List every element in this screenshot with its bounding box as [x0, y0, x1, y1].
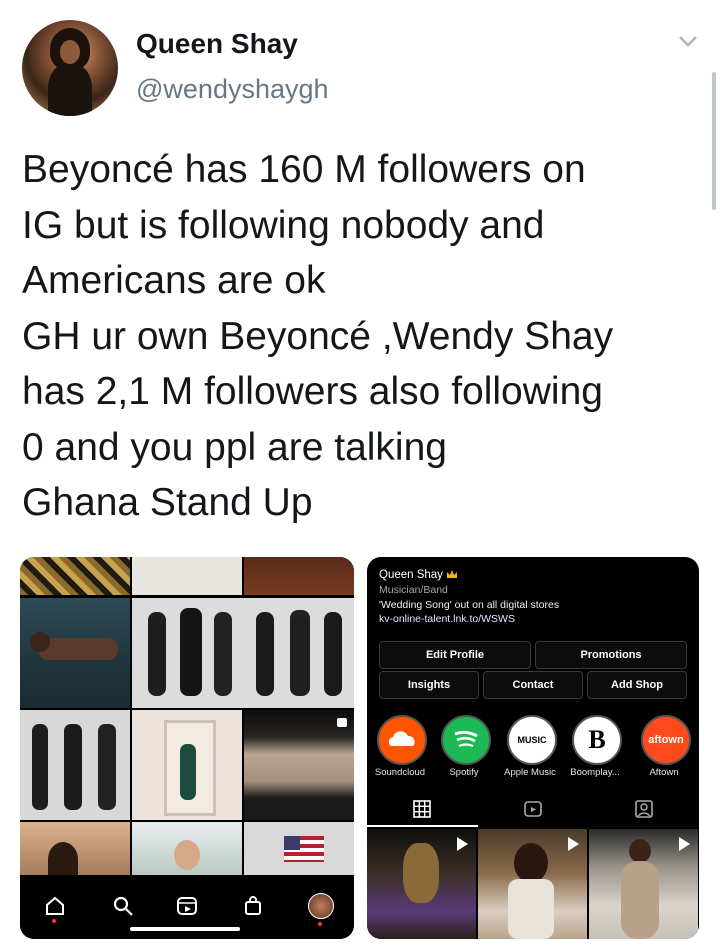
profile-name: Queen Shay: [379, 569, 458, 581]
highlight-label: Spotify: [449, 767, 479, 778]
aftown-icon: aftown: [648, 734, 684, 746]
grid-photo[interactable]: [20, 598, 130, 708]
highlight-label: Apple Music: [504, 767, 556, 778]
grid-photo[interactable]: [20, 822, 130, 877]
profile-category: Musician/Band: [379, 584, 448, 596]
grid-photo[interactable]: [132, 557, 242, 595]
grid-photo[interactable]: [244, 557, 354, 595]
grid-photo[interactable]: [132, 822, 242, 877]
profile-avatar-icon[interactable]: [308, 893, 334, 919]
highlight-label: Soundcloud: [374, 767, 426, 778]
instagram-bottom-nav: [20, 875, 354, 939]
tweet-line: Americans are ok: [22, 259, 326, 302]
highlight-boomplay[interactable]: B: [572, 715, 622, 765]
tweet-line: GH ur own Beyoncé ,Wendy Shay: [22, 314, 614, 358]
crown-icon: [447, 570, 458, 578]
grid-photo[interactable]: [244, 710, 354, 820]
reels-tab-icon[interactable]: [524, 800, 542, 818]
highlight-soundcloud[interactable]: [377, 715, 427, 765]
grid-photo[interactable]: [478, 829, 587, 939]
tweet-line: Ghana Stand Up: [22, 481, 313, 524]
apple-music-icon: MUSIC: [517, 735, 547, 745]
reels-icon: [337, 718, 347, 727]
spotify-icon: [454, 730, 478, 748]
grid-icon[interactable]: [413, 800, 431, 818]
home-icon[interactable]: [44, 895, 66, 917]
highlight-apple-music[interactable]: MUSIC: [507, 715, 557, 765]
grid-photo[interactable]: [20, 557, 130, 595]
tweet-line: has 2,1 M followers also following: [22, 370, 603, 413]
insights-button[interactable]: Insights: [379, 671, 479, 699]
tweet-line: 0 and you ppl are talking: [22, 425, 447, 469]
tweet-line: IG but is following nobody and: [22, 203, 545, 247]
grid-photo[interactable]: [132, 710, 242, 820]
reels-icon[interactable]: [176, 895, 198, 917]
highlight-label: Boomplay...: [570, 767, 620, 778]
tweet-text: Beyoncé has 160 M followers on IG but is…: [22, 142, 712, 531]
tweet-media-right[interactable]: Queen Shay Musician/Band 'Wedding Song' …: [367, 557, 699, 939]
highlight-spotify[interactable]: [441, 715, 491, 765]
boomplay-icon: B: [588, 725, 606, 754]
avatar[interactable]: [22, 20, 118, 116]
active-tab-indicator: [367, 825, 478, 827]
grid-photo[interactable]: [244, 822, 354, 877]
grid-photo[interactable]: [589, 829, 698, 939]
grid-photo[interactable]: [132, 598, 354, 708]
user-handle[interactable]: @wendyshaygh: [136, 74, 329, 105]
promotions-button[interactable]: Promotions: [535, 641, 687, 669]
tagged-icon[interactable]: [635, 800, 653, 818]
highlight-label: Aftown: [649, 767, 679, 778]
soundcloud-icon: [388, 731, 415, 746]
profile-link[interactable]: kv-online-talent.lnk.to/WSWS: [379, 613, 515, 625]
highlight-aftown[interactable]: aftown: [641, 715, 691, 765]
edit-profile-button[interactable]: Edit Profile: [379, 641, 531, 669]
scrollbar[interactable]: [712, 72, 716, 210]
add-shop-button[interactable]: Add Shop: [587, 671, 687, 699]
shop-icon[interactable]: [242, 895, 264, 917]
search-icon[interactable]: [112, 895, 134, 917]
chevron-down-icon[interactable]: [678, 34, 698, 48]
grid-photo[interactable]: [20, 710, 130, 820]
tweet-media-left[interactable]: [20, 557, 354, 939]
profile-bio: 'Wedding Song' out on all digital stores: [379, 599, 560, 611]
grid-photo[interactable]: [367, 829, 476, 939]
contact-button[interactable]: Contact: [483, 671, 583, 699]
display-name[interactable]: Queen Shay: [136, 28, 298, 60]
home-indicator: [130, 927, 240, 931]
tweet-line: Beyoncé has 160 M followers on: [22, 148, 586, 191]
